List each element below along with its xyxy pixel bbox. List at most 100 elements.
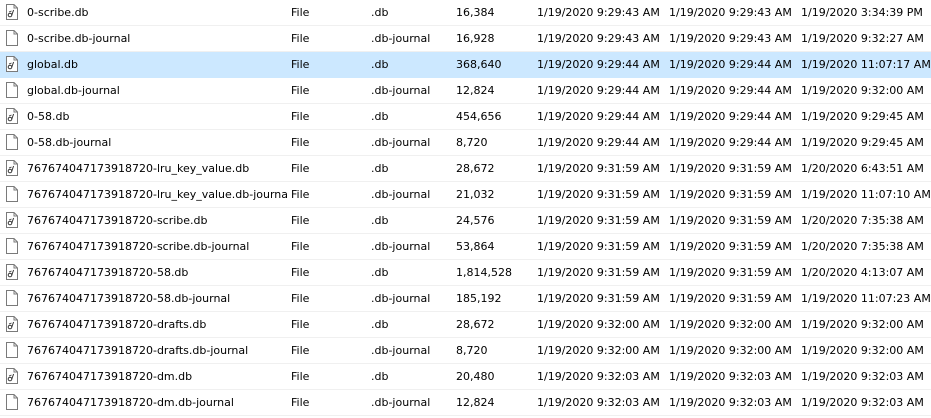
file-row[interactable]: 0-scribe.db File .db 16,384 1/19/2020 9:…: [0, 0, 931, 26]
file-extension: .db: [371, 370, 389, 383]
db-file-icon: [6, 316, 18, 332]
file-name: 767674047173918720-drafts.db-journal: [27, 344, 249, 357]
db-file-icon: [6, 108, 18, 124]
date-modified: 1/19/2020 9:31:59 AM: [669, 292, 792, 305]
date-accessed: 1/19/2020 9:32:00 AM: [801, 84, 924, 97]
date-accessed: 1/19/2020 9:32:27 AM: [801, 32, 924, 45]
file-extension: .db: [371, 110, 389, 123]
blank-file-icon: [6, 186, 18, 202]
file-name: 767674047173918720-dm.db: [27, 370, 193, 383]
file-extension: .db: [371, 58, 389, 71]
file-size: 24,576: [456, 214, 495, 227]
file-size: 28,672: [456, 162, 495, 175]
file-type: File: [291, 240, 310, 253]
date-modified: 1/19/2020 9:31:59 AM: [669, 188, 792, 201]
file-size: 20,480: [456, 370, 495, 383]
file-name: 0-58.db-journal: [27, 136, 112, 149]
file-name: 767674047173918720-dm.db-journal: [27, 396, 234, 409]
file-name: 767674047173918720-scribe.db-journal: [27, 240, 250, 253]
date-created: 1/19/2020 9:29:44 AM: [537, 110, 660, 123]
file-type: File: [291, 110, 310, 123]
file-extension: .db-journal: [371, 188, 431, 201]
db-file-icon: [6, 4, 18, 20]
date-created: 1/19/2020 9:31:59 AM: [537, 188, 660, 201]
file-size: 12,824: [456, 84, 495, 97]
date-modified: 1/19/2020 9:29:44 AM: [669, 136, 792, 149]
date-created: 1/19/2020 9:32:03 AM: [537, 370, 660, 383]
date-modified: 1/19/2020 9:31:59 AM: [669, 214, 792, 227]
file-extension: .db-journal: [371, 292, 431, 305]
file-row[interactable]: 767674047173918720-drafts.db-journal Fil…: [0, 338, 931, 364]
file-size: 16,384: [456, 6, 495, 19]
file-type: File: [291, 318, 310, 331]
file-extension: .db: [371, 214, 389, 227]
date-created: 1/19/2020 9:31:59 AM: [537, 266, 660, 279]
file-name: 767674047173918720-scribe.db: [27, 214, 208, 227]
date-modified: 1/19/2020 9:31:59 AM: [669, 266, 792, 279]
file-size: 8,720: [456, 136, 488, 149]
file-name: 767674047173918720-lru_key_value.db-jour…: [27, 188, 289, 201]
date-modified: 1/19/2020 9:29:44 AM: [669, 110, 792, 123]
date-accessed: 1/20/2020 7:35:38 AM: [801, 240, 924, 253]
file-row[interactable]: 767674047173918720-scribe.db File .db 24…: [0, 208, 931, 234]
file-row[interactable]: 767674047173918720-lru_key_value.db File…: [0, 156, 931, 182]
file-row[interactable]: 767674047173918720-drafts.db File .db 28…: [0, 312, 931, 338]
file-row[interactable]: global.db File .db 368,640 1/19/2020 9:2…: [0, 52, 931, 78]
file-extension: .db: [371, 162, 389, 175]
file-extension: .db-journal: [371, 344, 431, 357]
file-row[interactable]: 0-58.db-journal File .db-journal 8,720 1…: [0, 130, 931, 156]
file-size: 21,032: [456, 188, 495, 201]
file-extension: .db-journal: [371, 84, 431, 97]
file-extension: .db-journal: [371, 32, 431, 45]
date-modified: 1/19/2020 9:32:03 AM: [669, 370, 792, 383]
file-row[interactable]: 767674047173918720-dm.db-journal File .d…: [0, 390, 931, 416]
file-size: 12,824: [456, 396, 495, 409]
file-row[interactable]: 767674047173918720-lru_key_value.db-jour…: [0, 182, 931, 208]
date-accessed: 1/19/2020 9:32:03 AM: [801, 396, 924, 409]
date-modified: 1/19/2020 9:29:43 AM: [669, 32, 792, 45]
file-extension: .db: [371, 6, 389, 19]
date-accessed: 1/19/2020 11:07:10 AM: [801, 188, 931, 201]
date-modified: 1/19/2020 9:29:44 AM: [669, 84, 792, 97]
date-accessed: 1/19/2020 3:34:39 PM: [801, 6, 923, 19]
db-file-icon: [6, 212, 18, 228]
db-file-icon: [6, 368, 18, 384]
file-type: File: [291, 344, 310, 357]
date-accessed: 1/19/2020 9:32:03 AM: [801, 370, 924, 383]
file-name: 767674047173918720-58.db: [27, 266, 189, 279]
date-accessed: 1/20/2020 7:35:38 AM: [801, 214, 924, 227]
file-row[interactable]: 767674047173918720-scribe.db-journal Fil…: [0, 234, 931, 260]
date-created: 1/19/2020 9:29:44 AM: [537, 58, 660, 71]
file-name: 767674047173918720-58.db-journal: [27, 292, 231, 305]
file-row[interactable]: global.db-journal File .db-journal 12,82…: [0, 78, 931, 104]
file-row[interactable]: 767674047173918720-58.db File .db 1,814,…: [0, 260, 931, 286]
blank-file-icon: [6, 290, 18, 306]
file-size: 1,814,528: [456, 266, 512, 279]
file-list: 0-scribe.db File .db 16,384 1/19/2020 9:…: [0, 0, 931, 418]
db-file-icon: [6, 264, 18, 280]
blank-file-icon: [6, 82, 18, 98]
file-row[interactable]: 0-58.db File .db 454,656 1/19/2020 9:29:…: [0, 104, 931, 130]
date-created: 1/19/2020 9:29:43 AM: [537, 32, 660, 45]
date-created: 1/19/2020 9:32:00 AM: [537, 318, 660, 331]
file-type: File: [291, 162, 310, 175]
file-extension: .db-journal: [371, 136, 431, 149]
file-name: 767674047173918720-lru_key_value.db: [27, 162, 250, 175]
date-accessed: 1/19/2020 9:29:45 AM: [801, 110, 924, 123]
date-accessed: 1/19/2020 9:32:00 AM: [801, 344, 924, 357]
date-modified: 1/19/2020 9:31:59 AM: [669, 162, 792, 175]
date-modified: 1/19/2020 9:32:00 AM: [669, 344, 792, 357]
file-extension: .db: [371, 318, 389, 331]
file-type: File: [291, 58, 310, 71]
file-row[interactable]: 767674047173918720-dm.db File .db 20,480…: [0, 364, 931, 390]
date-created: 1/19/2020 9:31:59 AM: [537, 214, 660, 227]
file-size: 8,720: [456, 344, 488, 357]
db-file-icon: [6, 56, 18, 72]
file-type: File: [291, 32, 310, 45]
file-row[interactable]: 0-scribe.db-journal File .db-journal 16,…: [0, 26, 931, 52]
file-name: 0-scribe.db-journal: [27, 32, 131, 45]
file-name: 0-58.db: [27, 110, 70, 123]
file-name: 767674047173918720-drafts.db: [27, 318, 207, 331]
file-row[interactable]: 767674047173918720-58.db-journal File .d…: [0, 286, 931, 312]
file-size: 185,192: [456, 292, 502, 305]
